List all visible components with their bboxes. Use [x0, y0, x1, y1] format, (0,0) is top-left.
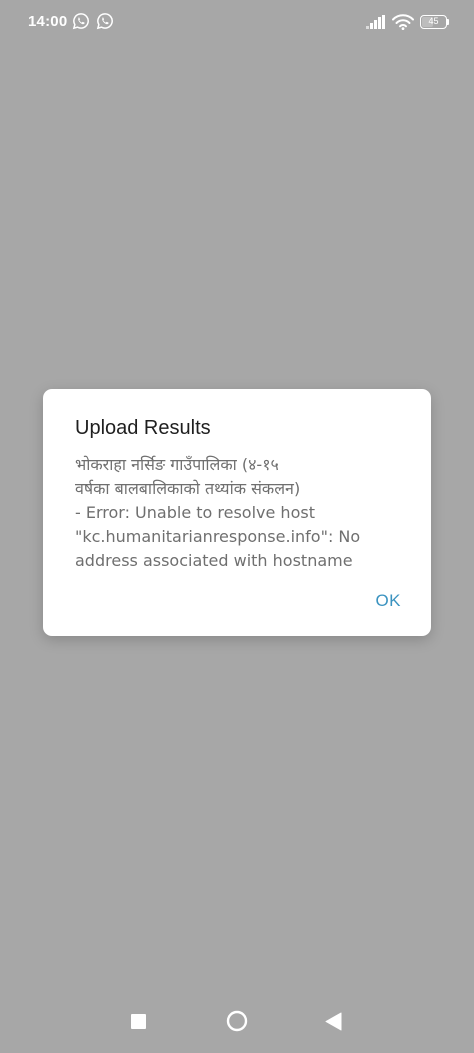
- back-icon[interactable]: [325, 1012, 342, 1031]
- wifi-icon: [392, 14, 414, 30]
- status-bar: 14:00 45: [0, 0, 474, 44]
- battery-level: 45: [428, 16, 439, 26]
- status-time: 14:00: [28, 13, 68, 30]
- home-icon[interactable]: [226, 1010, 248, 1032]
- dialog-message: भोकराहा नर्सिङ गाउँपालिका (४-१५ वर्षका ब…: [75, 453, 395, 573]
- dialog-message-line: "kc.humanitarianresponse.info": No: [75, 527, 361, 546]
- battery-icon: 45: [420, 15, 447, 29]
- dialog-message-line: - Error: Unable to resolve host: [75, 503, 315, 522]
- upload-results-dialog: Upload Results भोकराहा नर्सिङ गाउँपालिका…: [43, 389, 431, 636]
- whatsapp-icon: [72, 13, 89, 30]
- whatsapp-icon: [96, 13, 113, 30]
- dialog-title: Upload Results: [75, 417, 211, 439]
- signal-icon: [366, 15, 385, 29]
- ok-button[interactable]: OK: [375, 591, 401, 611]
- dialog-message-line: address associated with hostname: [75, 551, 353, 570]
- recents-icon[interactable]: [131, 1014, 146, 1029]
- dialog-message-line: वर्षका बालबालिकाको तथ्यांक संकलन): [75, 479, 301, 498]
- battery-tip: [447, 19, 449, 25]
- dialog-message-line: भोकराहा नर्सिङ गाउँपालिका (४-१५: [75, 455, 279, 474]
